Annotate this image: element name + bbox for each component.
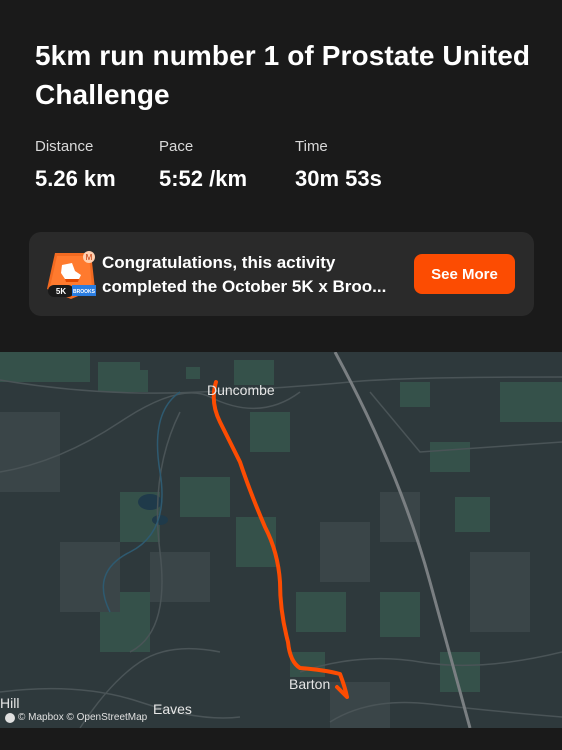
stat-pace-value: 5:52 /km [159, 166, 248, 191]
challenge-banner[interactable]: M 5K BROOKS Congratulations, this activi… [29, 232, 534, 316]
place-label-eaves: Eaves [153, 701, 192, 717]
place-label-hill: Hill [0, 695, 20, 711]
activity-header: 5km run number 1 of Prostate United Chal… [0, 0, 562, 352]
map-attribution-text: © Mapbox © OpenStreetMap [18, 712, 148, 723]
banner-line-1: Congratulations, this activity [102, 253, 336, 272]
see-more-button[interactable]: See More [414, 254, 515, 294]
stat-distance: Distance 5.26 km [35, 138, 159, 192]
place-label-duncombe: Duncombe [207, 382, 275, 398]
bottom-bar [0, 728, 562, 750]
place-label-barton: Barton [289, 676, 331, 692]
map-canvas [0, 352, 562, 728]
challenge-badge-icon: M 5K BROOKS [47, 251, 96, 299]
badge-5k-text: 5K [56, 287, 66, 296]
stat-pace: Pace 5:52 /km [159, 138, 295, 192]
activity-title: 5km run number 1 of Prostate United Chal… [35, 40, 531, 110]
route-map[interactable]: Duncombe Barton Eaves Hill © Mapbox © Op… [0, 352, 562, 728]
mapbox-logo-icon [5, 712, 15, 723]
stat-pace-label: Pace [159, 138, 194, 155]
banner-line-2: completed the October 5K x Broo... [102, 277, 387, 296]
stat-time: Time 30m 53s [295, 138, 415, 192]
svg-text:M: M [86, 253, 93, 262]
stat-distance-label: Distance [35, 138, 94, 155]
stats-row: Distance 5.26 km Pace 5:52 /km Time 30m … [35, 138, 415, 192]
stat-time-value: 30m 53s [295, 166, 382, 191]
badge-brand-text: BROOKS [73, 289, 96, 295]
map-attribution[interactable]: © Mapbox © OpenStreetMap [5, 712, 147, 723]
banner-message: Congratulations, this activity completed… [102, 251, 408, 299]
stat-distance-value: 5.26 km [35, 166, 116, 191]
stat-time-label: Time [295, 138, 328, 155]
